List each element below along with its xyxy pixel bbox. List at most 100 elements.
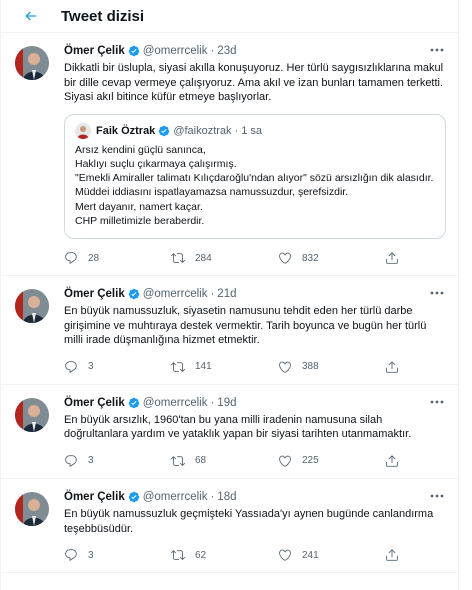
tweet-text: En büyük arsızlık, 1960'tan bu yana mill… — [64, 413, 412, 441]
share-icon — [385, 454, 399, 468]
tweet-header: Ömer Çelik @omerrcelik · 23d — [64, 43, 446, 59]
verified-badge-icon — [128, 45, 140, 57]
reply-icon — [64, 251, 78, 265]
retweet-count: 284 — [195, 252, 212, 264]
retweet-button[interactable]: 62 — [171, 548, 278, 562]
quoted-author-name[interactable]: Faik Öztrak — [96, 125, 155, 137]
retweet-count: 141 — [195, 361, 212, 373]
author-name[interactable]: Ömer Çelik — [64, 288, 125, 300]
reply-button[interactable]: 28 — [64, 251, 171, 265]
tweet-header: Ömer Çelik @omerrcelik · 21d — [64, 286, 446, 302]
separator-dot: · — [210, 288, 215, 300]
reply-icon — [64, 548, 78, 562]
quoted-text-line: Arsız kendini güçlü sanınca, — [75, 143, 206, 156]
author-name[interactable]: Ömer Çelik — [64, 45, 125, 57]
reply-button[interactable]: 3 — [64, 454, 171, 468]
more-options-icon[interactable] — [428, 43, 446, 57]
like-button[interactable]: 388 — [278, 360, 385, 374]
reply-count: 3 — [88, 455, 94, 467]
reply-count: 3 — [88, 549, 94, 561]
like-button[interactable]: 832 — [278, 251, 385, 265]
timestamp[interactable]: 18d — [217, 491, 236, 503]
separator-dot: · — [210, 45, 215, 57]
tweet-actions: 3 68 225 — [64, 444, 446, 478]
share-icon — [385, 548, 399, 562]
tweet-text: Dikkatli bir üslupla, siyasi akılla konu… — [64, 62, 444, 104]
quoted-text-line: CHP milletimizle beraberdir. — [75, 214, 205, 227]
retweet-icon — [171, 251, 185, 265]
avatar[interactable] — [15, 491, 49, 526]
verified-badge-icon — [158, 125, 170, 137]
avatar[interactable] — [15, 289, 49, 323]
like-button[interactable]: 241 — [278, 548, 385, 562]
tweet-actions: 28 284 832 — [64, 241, 446, 275]
tweet-actions: 3 141 388 — [64, 350, 446, 384]
quoted-tweet-text: Arsız kendini güçlü sanınca, Haklıyı suçl… — [75, 143, 435, 228]
heart-icon — [278, 251, 292, 265]
timestamp[interactable]: 21d — [217, 288, 236, 300]
quoted-text-line: Müddei iddiasını ispatlayamazsa namussuz… — [75, 186, 349, 199]
retweet-count: 62 — [195, 549, 207, 561]
tweet-text: En büyük namussuzluk geçmişteki Yassıada… — [64, 507, 434, 535]
quoted-tweet[interactable]: Faik Öztrak @faikoztrak · 1 sa Arsız ken… — [64, 113, 446, 239]
like-button[interactable]: 225 — [278, 454, 385, 468]
share-button[interactable] — [385, 548, 409, 562]
reply-icon — [64, 454, 78, 468]
quoted-text-line: Haklıyı suçlu çıkarmaya çalışırmış. — [75, 157, 237, 170]
retweet-button[interactable]: 68 — [171, 454, 278, 468]
separator-dot: · — [234, 124, 239, 137]
avatar[interactable] — [15, 397, 49, 432]
separator-dot: · — [210, 490, 215, 503]
author-handle[interactable]: @omerrcelik — [143, 288, 208, 300]
heart-icon — [278, 454, 292, 468]
separator-dot: · — [210, 396, 215, 409]
reply-button[interactable]: 3 — [64, 548, 171, 562]
author-handle[interactable]: @omerrcelik — [143, 491, 208, 503]
avatar[interactable] — [15, 46, 49, 80]
tweet[interactable]: Ömer Çelik @omerrcelik · 18d En büyük na… — [1, 479, 458, 574]
quoted-text-line: Mert dayanır, namert kaçar. — [75, 200, 203, 213]
author-handle[interactable]: @omerrcelik — [143, 45, 208, 57]
reply-icon — [64, 360, 78, 374]
like-count: 832 — [302, 252, 319, 264]
back-arrow-icon[interactable] — [21, 6, 41, 26]
share-icon — [385, 251, 399, 265]
timestamp[interactable]: 23d — [217, 45, 236, 57]
retweet-button[interactable]: 284 — [171, 251, 278, 265]
share-button[interactable] — [385, 251, 409, 265]
author-name[interactable]: Ömer Çelik — [64, 397, 125, 409]
quoted-avatar — [75, 122, 91, 139]
reply-button[interactable]: 3 — [64, 360, 171, 374]
tweet[interactable]: Ömer Çelik @omerrcelik · 19d En büyük ar… — [1, 385, 458, 479]
more-options-icon[interactable] — [428, 395, 446, 409]
author-name[interactable]: Ömer Çelik — [64, 491, 125, 503]
quoted-text-line: "Emekli Amiraller talimatı Kılıçdaroğlu'… — [75, 172, 434, 185]
more-options-icon[interactable] — [428, 489, 446, 503]
verified-badge-icon — [128, 491, 140, 503]
thread-panel: Tweet dizisi Ömer Çelik @omerrcelik · 23… — [0, 0, 459, 590]
verified-badge-icon — [128, 288, 140, 300]
retweet-button[interactable]: 141 — [171, 360, 278, 374]
tweet[interactable]: Ömer Çelik @omerrcelik · 21d En büyük na… — [1, 276, 458, 385]
retweet-count: 68 — [195, 455, 207, 467]
like-count: 388 — [302, 361, 319, 373]
page-title: Tweet dizisi — [61, 7, 145, 25]
quoted-timestamp: 1 sa — [241, 124, 263, 137]
reply-count: 3 — [88, 361, 94, 373]
tweet-text: En büyük namussuzluk, siyasetin namusunu… — [64, 305, 427, 347]
timestamp[interactable]: 19d — [217, 397, 236, 409]
share-button[interactable] — [385, 360, 409, 374]
retweet-icon — [171, 548, 185, 562]
verified-badge-icon — [128, 397, 140, 409]
heart-icon — [278, 548, 292, 562]
more-options-icon[interactable] — [428, 286, 446, 300]
share-button[interactable] — [385, 454, 409, 468]
share-icon — [385, 360, 399, 374]
tweet-header: Ömer Çelik @omerrcelik · 19d — [64, 395, 446, 411]
tweet[interactable]: Ömer Çelik @omerrcelik · 23d Dikkatli bi… — [1, 33, 458, 276]
author-handle[interactable]: @omerrcelik — [143, 397, 208, 409]
tweet-actions: 3 62 241 — [64, 538, 446, 572]
header: Tweet dizisi — [1, 0, 458, 33]
like-count: 241 — [302, 549, 319, 561]
retweet-icon — [171, 454, 185, 468]
